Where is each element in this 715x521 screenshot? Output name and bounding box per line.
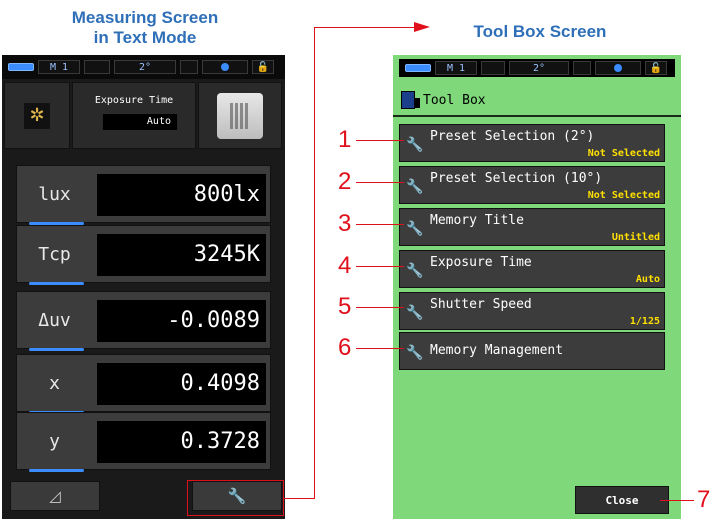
callout-1: 1	[338, 126, 352, 153]
callout-line	[660, 500, 694, 501]
callout-2: 2	[338, 168, 352, 195]
item-label: Memory Title	[430, 213, 524, 228]
item-label: Preset Selection (10°)	[430, 171, 603, 186]
divider	[393, 115, 681, 117]
memory-mode: M 1	[435, 61, 477, 75]
item-value: 1/125	[629, 316, 660, 327]
arrow-icon	[414, 22, 430, 32]
light-dot-icon	[614, 64, 622, 72]
row-label[interactable]: Tcp	[17, 226, 92, 282]
light-indicator	[202, 60, 248, 74]
status-empty-2	[180, 60, 198, 74]
toolbox-item-preset-10[interactable]: 🔧 Preset Selection (10°) Not Selected	[399, 166, 665, 204]
delta-icon: ◿	[49, 487, 61, 505]
status-bar: M 1 2° 🔓	[2, 55, 285, 79]
annotation-line	[284, 498, 314, 499]
row-label[interactable]: y	[17, 413, 92, 469]
row-underline	[29, 348, 84, 351]
row-value: 0.4098	[97, 363, 266, 405]
display-mode-button[interactable]	[198, 82, 282, 149]
row-underline	[29, 469, 84, 472]
toolbox-item-memory-title[interactable]: 🔧 Memory Title Untitled	[399, 208, 665, 246]
wrench-icon: 🔧	[406, 263, 424, 279]
measure-row-y: y 0.3728	[16, 412, 271, 472]
item-label: Exposure Time	[430, 255, 532, 270]
status-empty	[481, 61, 505, 75]
left-caption-line1: Measuring Screen	[71, 8, 219, 27]
item-label: Shutter Speed	[430, 297, 532, 312]
status-empty	[84, 60, 110, 74]
angle-indicator: 2°	[509, 61, 569, 75]
measure-row-x: x 0.4098	[16, 354, 271, 414]
sun-icon: ✲	[24, 102, 50, 129]
item-value: Not Selected	[587, 190, 660, 201]
callout-7: 7	[697, 486, 711, 513]
exposure-time-label: Exposure Time	[94, 95, 174, 106]
callout-line	[356, 307, 404, 308]
callout-line	[356, 140, 404, 141]
toolbox-button-highlight	[187, 480, 284, 516]
wrench-icon: 🔧	[406, 179, 424, 195]
item-value: Not Selected	[587, 148, 660, 159]
item-value: Auto	[635, 274, 660, 285]
status-empty-2	[573, 61, 591, 75]
battery-icon	[8, 63, 34, 71]
callout-3: 3	[338, 210, 352, 237]
row-label[interactable]: x	[17, 355, 92, 411]
toolbox-item-shutter-speed[interactable]: 🔧 Shutter Speed 1/125	[399, 292, 665, 330]
callout-4: 4	[338, 252, 352, 279]
row-label[interactable]: lux	[17, 166, 92, 222]
toolbox-item-preset-2[interactable]: 🔧 Preset Selection (2°) Not Selected	[399, 124, 665, 162]
text-mode-icon	[217, 92, 263, 139]
light-dot-icon	[221, 63, 229, 71]
exposure-time-button[interactable]: Exposure Time Auto	[72, 82, 196, 149]
wrench-icon: 🔧	[406, 137, 424, 153]
callout-line	[356, 182, 404, 183]
row-value: 0.3728	[97, 421, 266, 463]
toolbox-item-memory-management[interactable]: 🔧 Memory Management	[399, 332, 665, 370]
callout-line	[356, 348, 404, 349]
toolbox-screen: M 1 2° 🔓 Tool Box 🔧 Preset Selection (2°…	[393, 55, 681, 519]
callout-line	[356, 266, 404, 267]
callout-line	[356, 224, 404, 225]
measuring-screen: M 1 2° 🔓 ✲ Exposure Time Auto lux 800lx …	[2, 55, 285, 519]
light-indicator	[595, 61, 641, 75]
row-value: 3245K	[97, 234, 266, 276]
light-mode-button[interactable]: ✲	[4, 82, 70, 149]
toolbox-item-exposure-time[interactable]: 🔧 Exposure Time Auto	[399, 250, 665, 288]
exposure-time-value: Auto	[103, 114, 177, 130]
toolbox-icon	[401, 91, 420, 109]
status-bar: M 1 2° 🔓	[399, 59, 675, 77]
item-value: Untitled	[611, 232, 660, 243]
annotation-line	[314, 27, 315, 499]
wrench-icon: 🔧	[406, 221, 424, 237]
lock-icon: 🔓	[645, 61, 667, 75]
left-caption-line2: in Text Mode	[93, 28, 197, 47]
toolbox-title: Tool Box	[423, 92, 486, 108]
delta-button[interactable]: ◿	[10, 481, 100, 511]
item-label: Preset Selection (2°)	[430, 129, 595, 144]
row-value: -0.0089	[97, 300, 266, 342]
measure-row-lux: lux 800lx	[16, 165, 271, 225]
toolbox-header: Tool Box	[401, 91, 486, 109]
battery-icon	[405, 64, 431, 72]
wrench-icon: 🔧	[406, 345, 424, 361]
row-underline	[29, 282, 84, 285]
lock-icon: 🔓	[252, 60, 274, 74]
measure-row-tcp: Tcp 3245K	[16, 225, 271, 285]
memory-mode: M 1	[38, 60, 80, 74]
wrench-icon: 🔧	[406, 305, 424, 321]
callout-5: 5	[338, 293, 352, 320]
annotation-line	[314, 27, 414, 28]
callout-6: 6	[338, 334, 352, 361]
measure-row-duv: Δuv -0.0089	[16, 291, 271, 351]
row-label[interactable]: Δuv	[17, 292, 92, 348]
right-caption: Tool Box Screen	[473, 22, 607, 41]
left-caption: Measuring Screen in Text Mode	[40, 8, 250, 48]
item-label: Memory Management	[430, 343, 564, 358]
angle-indicator: 2°	[114, 60, 176, 74]
row-value: 800lx	[97, 174, 266, 216]
close-button[interactable]: Close	[575, 486, 669, 514]
